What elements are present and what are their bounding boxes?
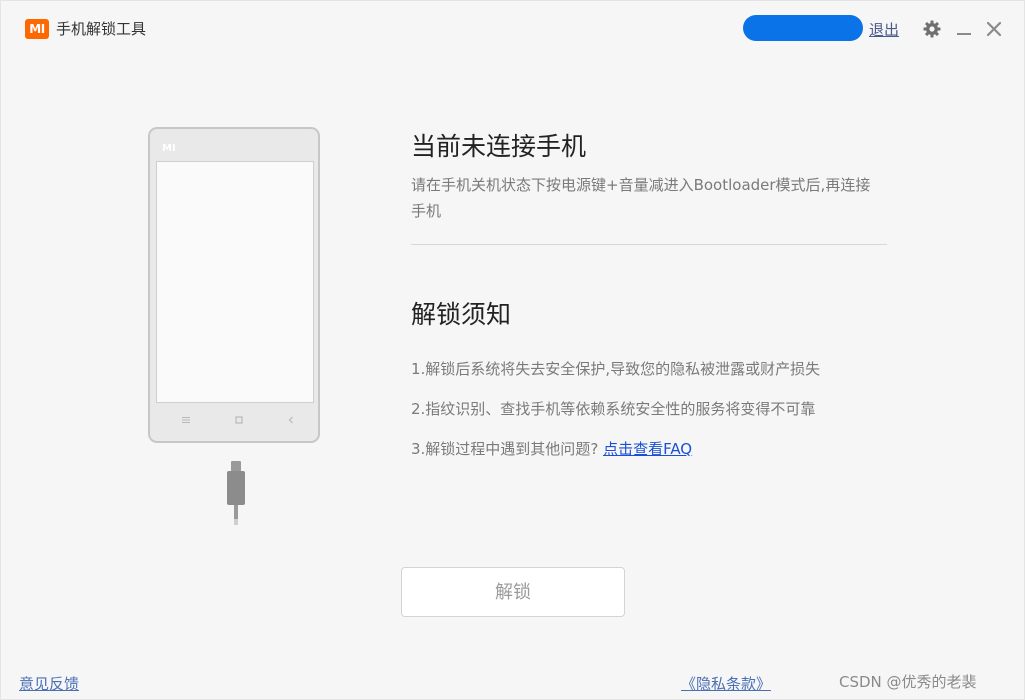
phone-illustration: MI [148,127,320,443]
privacy-policy-link[interactable]: 《隐私条款》 [681,673,771,695]
unlock-tool-window: MI 手机解锁工具 退出 MI 当前未连接手机 请在手机关机状态下按电源键+音量… [0,0,1025,700]
phone-brand: MI [162,143,176,154]
unlock-button[interactable]: 解锁 [401,567,625,617]
back-icon [288,416,293,424]
section-divider [411,244,887,245]
home-icon [235,416,243,424]
connection-instructions: 请在手机关机状态下按电源键+音量减进入Bootloader模式后,再连接手机 [411,176,871,220]
menu-icon [182,417,190,423]
title-bar: MI 手机解锁工具 退出 [1,1,1025,57]
notice-item-3-text: 3.解锁过程中遇到其他问题? [411,440,599,458]
usb-cable-icon [227,461,245,525]
account-name-redacted [743,15,863,41]
unlock-notice-title: 解锁须知 [411,300,512,329]
watermark: CSDN @优秀的老裴 [839,673,977,691]
app-title: 手机解锁工具 [56,20,147,38]
notice-item-2: 2.指纹识别、查找手机等依赖系统安全性的服务将变得不可靠 [411,400,816,418]
phone-screen [156,161,314,403]
faq-link[interactable]: 点击查看FAQ [603,440,692,458]
feedback-link[interactable]: 意见反馈 [19,673,79,695]
gear-icon[interactable] [922,19,942,39]
notice-item-1: 1.解锁后系统将失去安全保护,导致您的隐私被泄露或财产损失 [411,360,821,378]
connection-status-title: 当前未连接手机 [411,132,587,161]
minimize-icon[interactable] [955,19,973,39]
notice-item-3: 3.解锁过程中遇到其他问题? 点击查看FAQ [411,437,692,461]
mi-logo: MI [25,19,49,39]
close-icon[interactable] [985,19,1003,39]
logout-link[interactable]: 退出 [869,19,899,41]
